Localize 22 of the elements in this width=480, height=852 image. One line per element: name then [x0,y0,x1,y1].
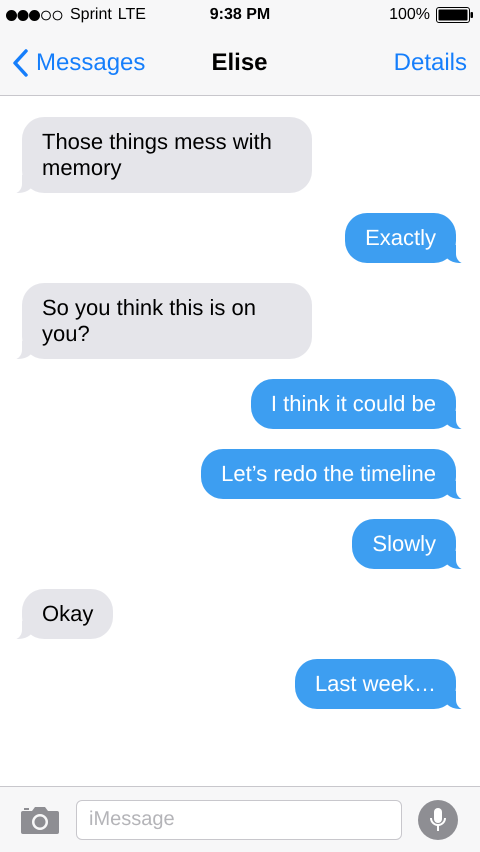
message-input-field[interactable]: iMessage [76,800,402,840]
carrier-label: Sprint [70,6,112,24]
sent-message: Exactly [345,213,464,263]
chevron-left-icon [12,48,28,76]
sent-message: Slowly [352,519,464,569]
received-message: So you think this is on you? [14,283,312,359]
signal-icon [6,10,64,20]
received-message: Those things mess with memory [14,117,312,193]
camera-icon[interactable] [20,804,60,834]
sent-message: Last week… [294,659,464,709]
time-label: 9:38 PM [210,6,270,24]
network-label: LTE [118,6,146,24]
battery-icon [436,7,474,23]
sent-message: I think it could be [250,379,464,429]
conversation-title: Elise [211,48,268,76]
microphone-button[interactable] [418,800,458,840]
microphone-icon [429,806,447,832]
battery-label: 100% [389,6,430,24]
sent-message: Let’s redo the timeline [201,449,464,499]
details-link[interactable]: Details [394,48,467,76]
received-message: Okay [14,589,114,639]
back-button[interactable]: Messages [12,48,146,76]
